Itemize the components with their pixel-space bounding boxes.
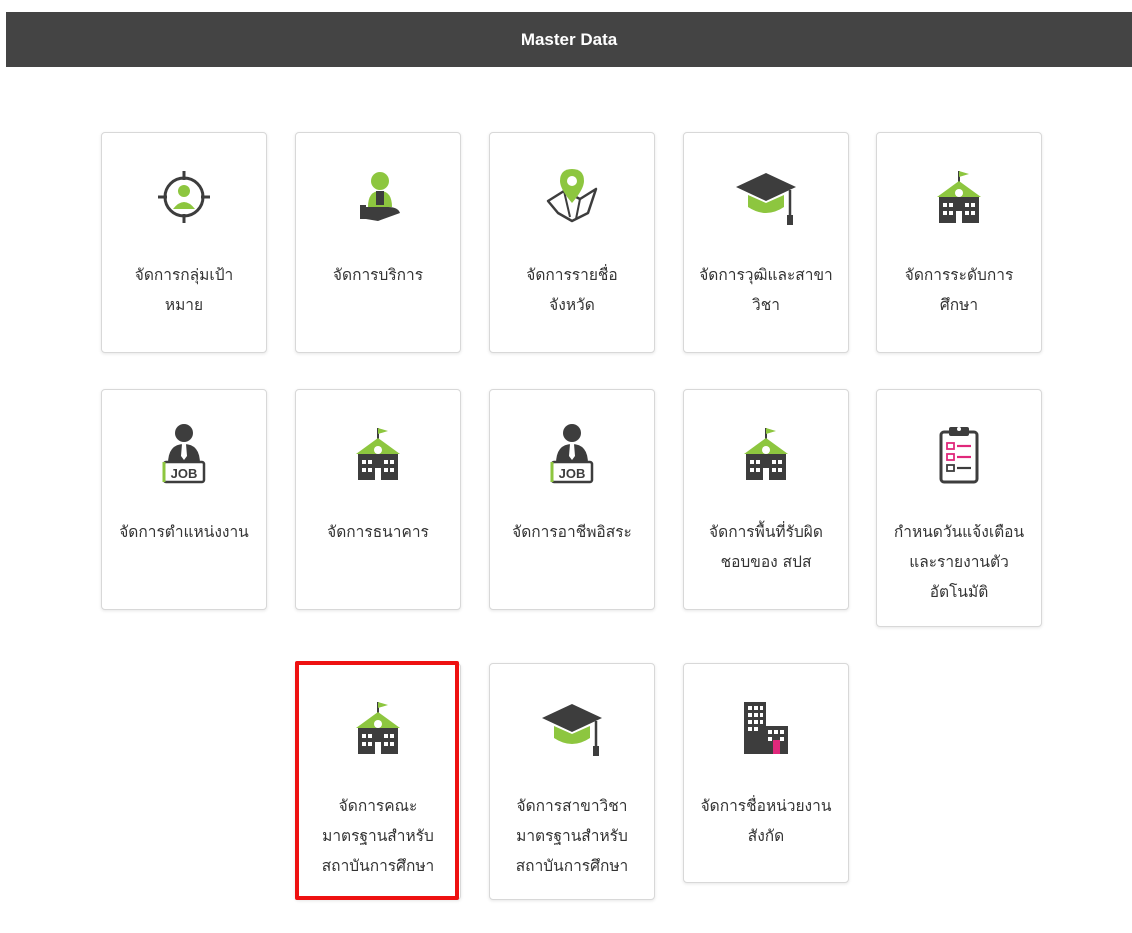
page-title: Master Data	[520, 29, 618, 49]
card-label: กำหนดวันแจ้งเตือน และรายงานตัว อัตโนมัติ	[893, 523, 1025, 601]
map-pin-icon	[540, 165, 604, 229]
card-label: จัดการกลุ่มเป้า หมาย	[134, 266, 234, 314]
card-freelance[interactable]: JOB จัดการอาชีพอิสระ	[489, 389, 655, 610]
card-label: จัดการอาชีพอิสระ	[512, 523, 632, 541]
card-banks[interactable]: จัดการธนาคาร	[295, 389, 461, 610]
card-sso-areas[interactable]: จัดการพื้นที่รับผิด ชอบของ สปส	[683, 389, 849, 610]
target-person-icon	[152, 165, 216, 229]
job-person-icon: JOB	[152, 422, 216, 486]
card-job-positions[interactable]: JOB จัดการตำแหน่งงาน	[101, 389, 267, 610]
svg-text:JOB: JOB	[171, 466, 198, 481]
card-provinces[interactable]: จัดการรายชื่อ จังหวัด	[489, 132, 655, 353]
svg-text:JOB: JOB	[559, 466, 586, 481]
clipboard-checklist-icon	[927, 422, 991, 486]
card-label: จัดการสาขาวิชา มาตรฐานสำหรับ สถาบันการศึ…	[515, 797, 629, 875]
header-bar: Master Data	[6, 12, 1132, 67]
card-label: จัดการระดับการ ศึกษา	[904, 266, 1014, 314]
card-affiliated-units[interactable]: จัดการชื่อหน่วยงาน สังกัด	[683, 663, 849, 883]
card-label: จัดการธนาคาร	[327, 523, 429, 541]
card-target-group[interactable]: จัดการกลุ่มเป้า หมาย	[101, 132, 267, 353]
card-education-level[interactable]: จัดการระดับการ ศึกษา	[876, 132, 1042, 353]
card-standard-faculty[interactable]: จัดการคณะ มาตรฐานสำหรับ สถาบันการศึกษา	[295, 663, 461, 900]
card-degrees[interactable]: จัดการวุฒิและสาขา วิชา	[683, 132, 849, 353]
card-label: จัดการชื่อหน่วยงาน สังกัด	[700, 797, 832, 845]
card-label: จัดการวุฒิและสาขา วิชา	[699, 266, 833, 314]
card-label: จัดการคณะ มาตรฐานสำหรับ สถาบันการศึกษา	[321, 797, 435, 875]
card-label: จัดการบริการ	[332, 266, 424, 284]
graduation-cap-icon	[734, 165, 798, 229]
school-building-icon	[346, 696, 410, 760]
school-building-icon	[927, 165, 991, 229]
card-label: จัดการตำแหน่งงาน	[119, 523, 249, 541]
graduation-cap-icon	[540, 696, 604, 760]
card-label: จัดการพื้นที่รับผิด ชอบของ สปส	[709, 523, 823, 571]
card-services[interactable]: จัดการบริการ	[295, 132, 461, 353]
service-person-icon	[346, 165, 410, 229]
job-person-icon: JOB	[540, 422, 604, 486]
office-building-icon	[734, 696, 798, 760]
card-standard-majors[interactable]: จัดการสาขาวิชา มาตรฐานสำหรับ สถาบันการศึ…	[489, 663, 655, 900]
school-building-icon	[346, 422, 410, 486]
card-label: จัดการรายชื่อ จังหวัด	[526, 266, 618, 314]
card-auto-notification[interactable]: กำหนดวันแจ้งเตือน และรายงานตัว อัตโนมัติ	[876, 389, 1042, 627]
school-building-icon	[734, 422, 798, 486]
